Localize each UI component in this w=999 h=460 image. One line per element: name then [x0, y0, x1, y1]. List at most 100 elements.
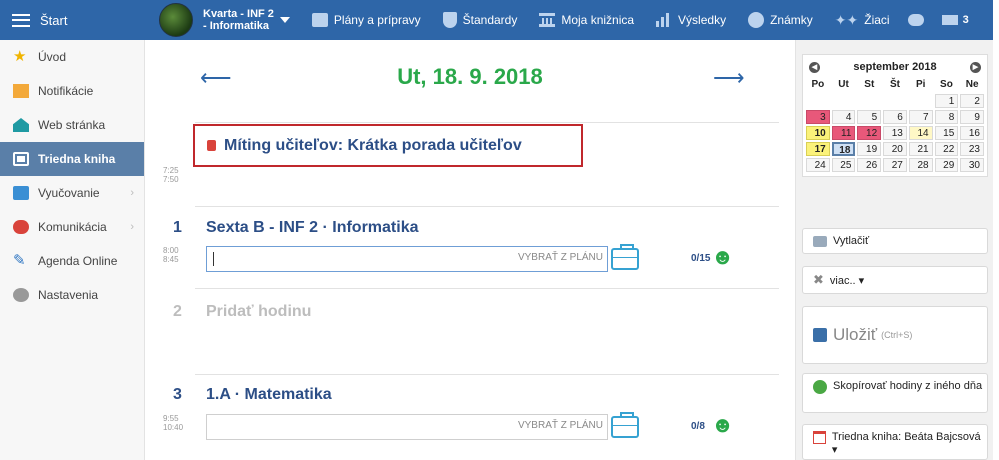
class-book-label: Triedna kniha: Beáta Bajcsová ▾: [831, 431, 981, 456]
sidebar-item-settings[interactable]: Nastavenia: [0, 278, 144, 312]
right-panel: ◀ september 2018 ▶ Po Ut St Št Pi So Ne 1 2 3 4 5 6 7…: [795, 40, 993, 460]
nav-results-label: Výsledky: [678, 13, 727, 27]
students-icon[interactable]: ☻: [711, 414, 734, 436]
sidebar-item-uvod[interactable]: ★ Úvod: [0, 40, 144, 74]
class-book-dropdown[interactable]: Triedna kniha: Beáta Bajcsová ▾: [802, 424, 988, 460]
calendar-day[interactable]: 15: [934, 126, 959, 140]
mail-icon[interactable]: [941, 15, 958, 25]
lesson-number: 2: [173, 303, 182, 320]
nav-students[interactable]: ✦✦ Žiaci: [835, 13, 890, 27]
calendar-day[interactable]: 1: [934, 94, 959, 108]
sidebar-item-class-book[interactable]: Triedna kniha: [0, 142, 144, 176]
students-icon[interactable]: ☻: [711, 246, 734, 268]
time-start: 8:00: [163, 246, 179, 255]
calendar-day[interactable]: 12: [857, 126, 882, 140]
sidebar-item-label: Web stránka: [38, 118, 106, 132]
lesson-topic-input[interactable]: VYBRAŤ Z PLÁNU: [206, 246, 608, 272]
briefcase-icon[interactable]: [611, 244, 639, 270]
meeting-icon: [207, 140, 216, 151]
chat-icon[interactable]: [907, 14, 924, 26]
calendar-day[interactable]: 29: [934, 158, 959, 172]
chevron-right-icon: ›: [130, 187, 134, 199]
sidebar-item-website[interactable]: Web stránka: [0, 108, 144, 142]
choose-from-plan-link[interactable]: VYBRAŤ Z PLÁNU: [518, 252, 603, 263]
lesson-title[interactable]: Sexta B - INF 2 · Informatika: [206, 219, 419, 237]
calendar-day[interactable]: 17: [806, 142, 830, 156]
time-end: 8:45: [163, 255, 179, 264]
meeting-row[interactable]: Míting učiteľov: Krátka porada učiteľov: [193, 124, 583, 167]
home-icon: [13, 118, 29, 132]
class-subject: - Informatika: [203, 20, 270, 32]
sidebar-item-label: Komunikácia: [38, 220, 107, 234]
calendar-day[interactable]: 26: [857, 158, 882, 172]
calendar-day[interactable]: 25: [831, 158, 856, 172]
calendar-day[interactable]: 11: [831, 126, 856, 140]
weekday-label: Št: [889, 79, 900, 90]
sidebar-item-label: Triedna kniha: [38, 152, 116, 166]
nav-students-label: Žiaci: [864, 13, 890, 27]
calendar-day[interactable]: 20: [883, 142, 907, 156]
choose-from-plan-link[interactable]: VYBRAŤ Z PLÁNU: [518, 420, 603, 431]
arrow-right-icon[interactable]: ⟶: [713, 67, 745, 89]
sidebar-item-label: Notifikácie: [38, 84, 94, 98]
add-lesson-button[interactable]: Pridať hodinu: [206, 303, 311, 321]
calendar-day[interactable]: 24: [806, 158, 830, 172]
save-button[interactable]: Uložiť (Ctrl+S): [802, 306, 988, 364]
calendar-day[interactable]: 3: [806, 110, 830, 124]
time-start: 9:55: [163, 414, 179, 423]
lesson-time: 8:00 8:45: [163, 246, 179, 264]
calendar-icon: [813, 431, 826, 444]
nav-standards[interactable]: Štandardy: [442, 12, 518, 28]
briefcase-icon[interactable]: [611, 412, 639, 438]
copy-lessons-button[interactable]: Skopírovať hodiny z iného dňa: [802, 373, 988, 413]
sidebar: ★ Úvod Notifikácie Web stránka Triedna k…: [0, 40, 145, 460]
print-button[interactable]: Vytlačiť: [802, 228, 988, 254]
calendar-day[interactable]: 10: [806, 126, 830, 140]
nav-standards-label: Štandardy: [462, 13, 518, 27]
sidebar-item-notifications[interactable]: Notifikácie: [0, 74, 144, 108]
sidebar-item-agenda[interactable]: ✎ Agenda Online: [0, 244, 144, 278]
calendar-day[interactable]: 6: [883, 110, 907, 124]
more-label: viac.. ▾: [829, 274, 865, 287]
calendar-day[interactable]: 21: [908, 142, 933, 156]
nav-results[interactable]: Výsledky: [656, 13, 726, 27]
nav-library-label: Moja knižnica: [561, 13, 635, 27]
calendar-day[interactable]: 5: [857, 110, 882, 124]
star-icon: ★: [13, 48, 27, 65]
sidebar-item-communication[interactable]: Komunikácia ›: [0, 210, 144, 244]
calendar-day[interactable]: 8: [934, 110, 959, 124]
calendar-day[interactable]: 27: [883, 158, 907, 172]
chevron-left-icon[interactable]: ◀: [809, 61, 820, 73]
calendar-day[interactable]: 16: [960, 126, 984, 140]
calendar-day[interactable]: 19: [857, 142, 882, 156]
lesson-time: 9:55 10:40: [163, 414, 183, 432]
calendar-day[interactable]: 9: [960, 110, 984, 124]
calendar-day[interactable]: 13: [883, 126, 907, 140]
nav-library[interactable]: Moja knižnica: [539, 13, 634, 27]
chevron-right-icon[interactable]: ▶: [969, 61, 981, 73]
calendar-day[interactable]: 30: [960, 158, 984, 172]
calendar-day[interactable]: 14: [908, 126, 933, 140]
nav-plans[interactable]: Plány a prípravy: [311, 13, 421, 27]
start-menu[interactable]: Štart: [0, 0, 145, 40]
book-open-icon: [13, 186, 29, 200]
tools-icon: ✖: [813, 272, 824, 287]
class-selector[interactable]: Kvarta - INF 2 - Informatika: [203, 8, 290, 32]
calendar-day[interactable]: 18: [831, 142, 856, 156]
divider: [195, 288, 779, 289]
calendar-day[interactable]: 4: [831, 110, 856, 124]
calendar-day[interactable]: 2: [960, 94, 984, 108]
calendar-day[interactable]: 7: [908, 110, 933, 124]
calendar-day[interactable]: 23: [960, 142, 984, 156]
sidebar-item-teaching[interactable]: Vyučovanie ›: [0, 176, 144, 210]
lesson-number: 3: [173, 386, 182, 403]
lesson-title[interactable]: 1.A · Matematika: [206, 386, 332, 404]
calendar-day[interactable]: 22: [934, 142, 959, 156]
calendar-day[interactable]: 28: [908, 158, 933, 172]
time-start: 7:25: [163, 166, 179, 175]
calendar-empty-cell: [832, 94, 856, 108]
more-button[interactable]: ✖ viac.. ▾: [802, 266, 988, 294]
lesson-topic-input[interactable]: VYBRAŤ Z PLÁNU: [206, 414, 608, 440]
nav-grades[interactable]: Známky: [748, 12, 813, 28]
students-icon: ✦✦: [834, 12, 859, 28]
